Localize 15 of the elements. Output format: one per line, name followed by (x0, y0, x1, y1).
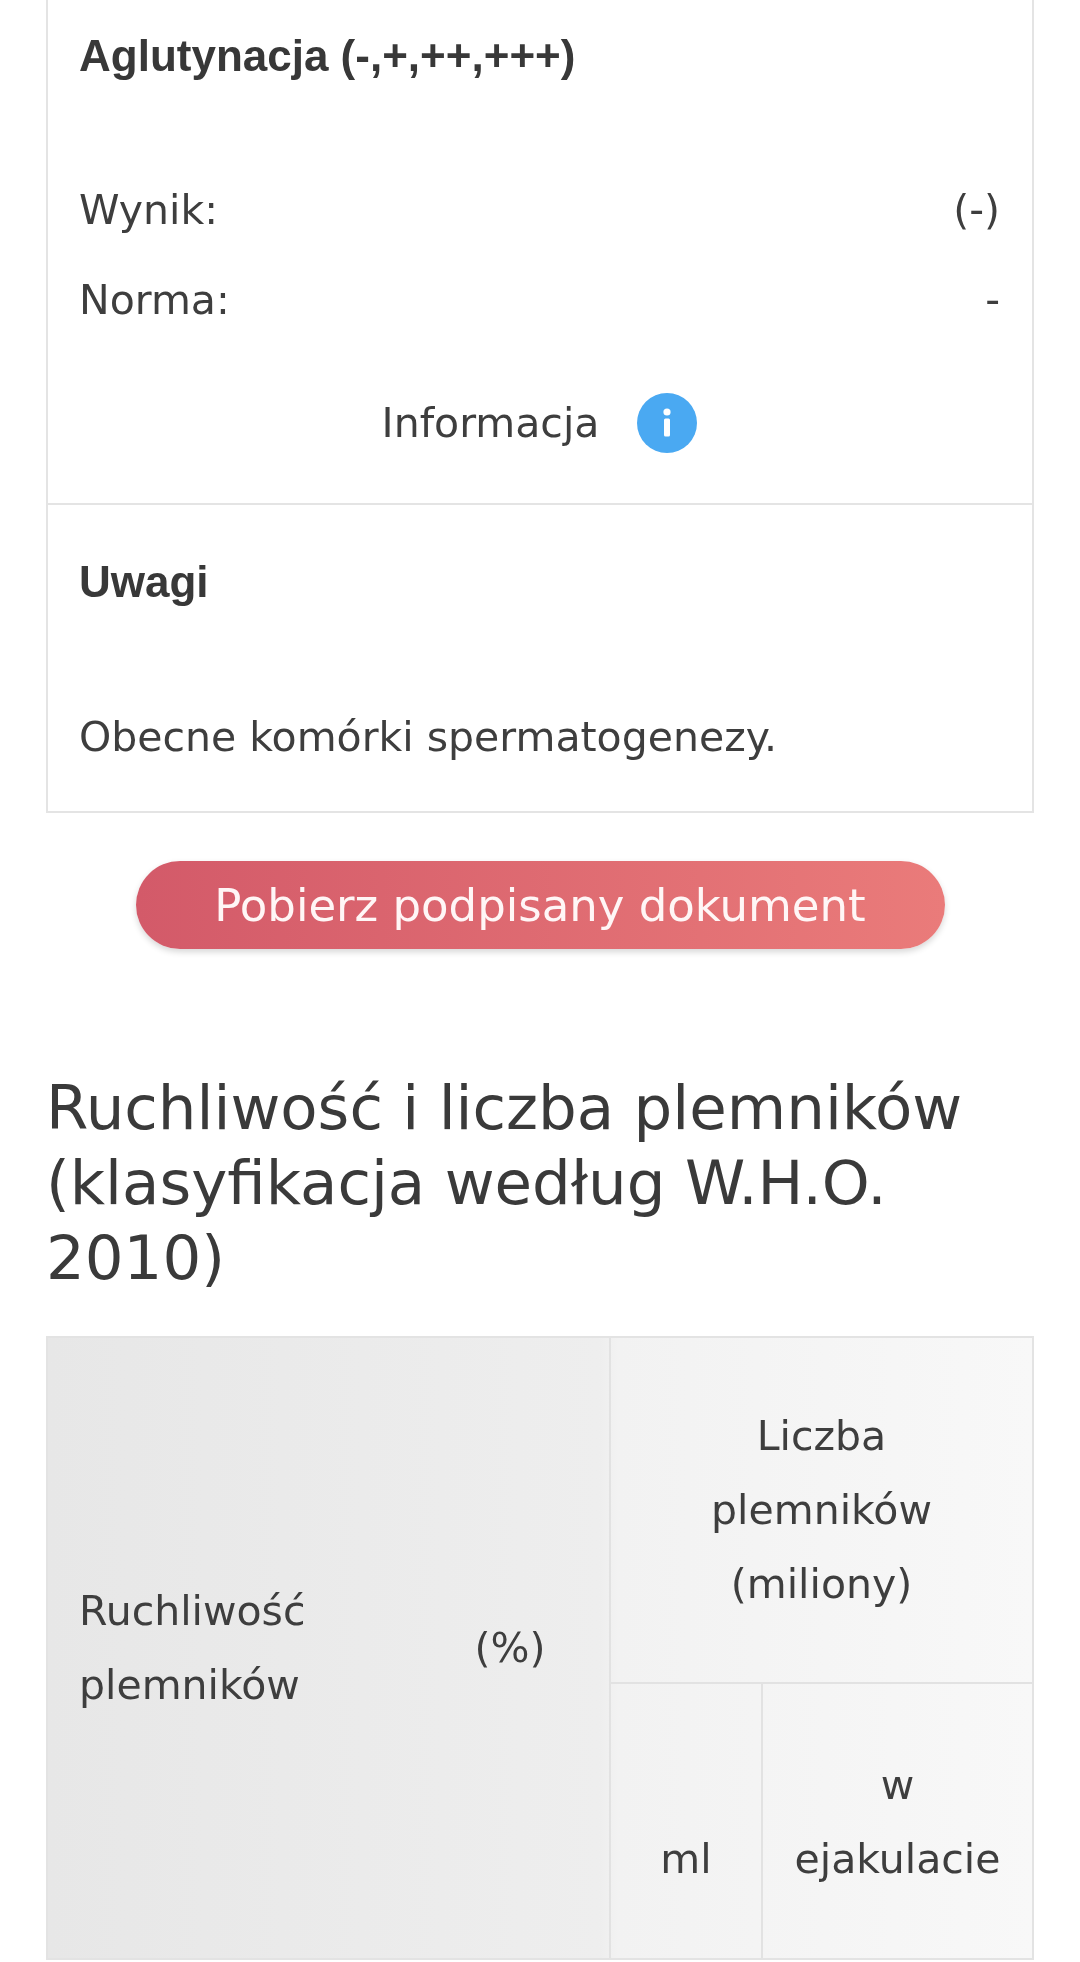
field-label: Wynik: (79, 185, 218, 236)
note-text: Obecne komórki spermatogenezy. (79, 712, 779, 763)
section-heading: Ruchliwość i liczba plemników (klasyfikacja według W.H.O. 2010) (46, 1071, 964, 1295)
column-header: Liczba plemników (miliony) (609, 1338, 1032, 1684)
info-link[interactable]: Informacja (381, 392, 698, 454)
field-value: - (985, 275, 1000, 326)
column-header: (%) (473, 1623, 547, 1674)
column-header: Ruchliwość plemników (78, 1586, 307, 1711)
field-value: (-) (953, 185, 1000, 236)
info-icon (637, 393, 698, 453)
column-header: w ejakulacie (761, 1684, 1032, 1958)
field-label: Norma: (79, 275, 230, 326)
section-title: Aglutynacja (-,+,++,+++) (79, 30, 577, 82)
section-title: Uwagi (79, 556, 210, 608)
column-header: ml (609, 1684, 761, 1958)
